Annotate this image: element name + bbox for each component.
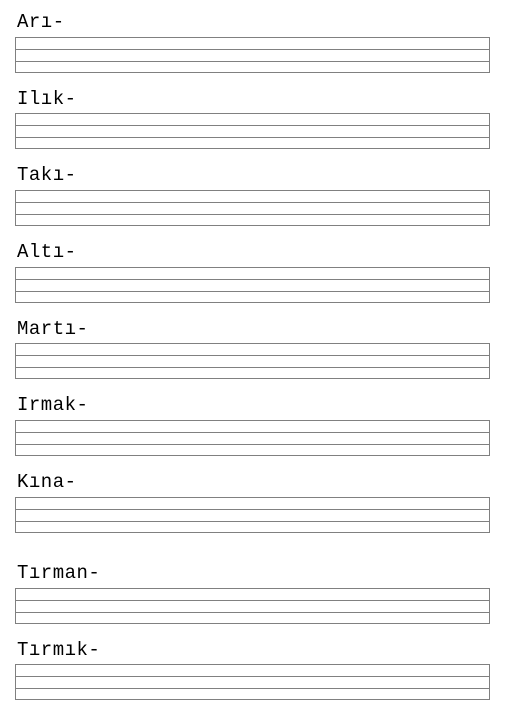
word-label: Ilık- bbox=[15, 87, 490, 112]
word-label: Martı- bbox=[15, 317, 490, 342]
word-label: Tırmık- bbox=[15, 638, 490, 663]
writing-lines[interactable] bbox=[15, 267, 490, 303]
word-label: Altı- bbox=[15, 240, 490, 265]
practice-row: Arı- bbox=[15, 10, 490, 73]
writing-lines[interactable] bbox=[15, 113, 490, 149]
practice-row: Takı- bbox=[15, 163, 490, 226]
word-label: Kına- bbox=[15, 470, 490, 495]
writing-lines[interactable] bbox=[15, 190, 490, 226]
writing-lines[interactable] bbox=[15, 497, 490, 533]
practice-row: Tırmık- bbox=[15, 638, 490, 701]
word-label: Takı- bbox=[15, 163, 490, 188]
word-label: Tırman- bbox=[15, 561, 490, 586]
writing-lines[interactable] bbox=[15, 420, 490, 456]
practice-row: Ilık- bbox=[15, 87, 490, 150]
writing-lines[interactable] bbox=[15, 37, 490, 73]
word-label: Irmak- bbox=[15, 393, 490, 418]
word-label: Arı- bbox=[15, 10, 490, 35]
practice-row: Tırman- bbox=[15, 561, 490, 624]
practice-row: Altı- bbox=[15, 240, 490, 303]
practice-row: Martı- bbox=[15, 317, 490, 380]
writing-lines[interactable] bbox=[15, 588, 490, 624]
writing-lines[interactable] bbox=[15, 343, 490, 379]
practice-row: Irmak- bbox=[15, 393, 490, 456]
practice-row: Kına- bbox=[15, 470, 490, 533]
writing-lines[interactable] bbox=[15, 664, 490, 700]
